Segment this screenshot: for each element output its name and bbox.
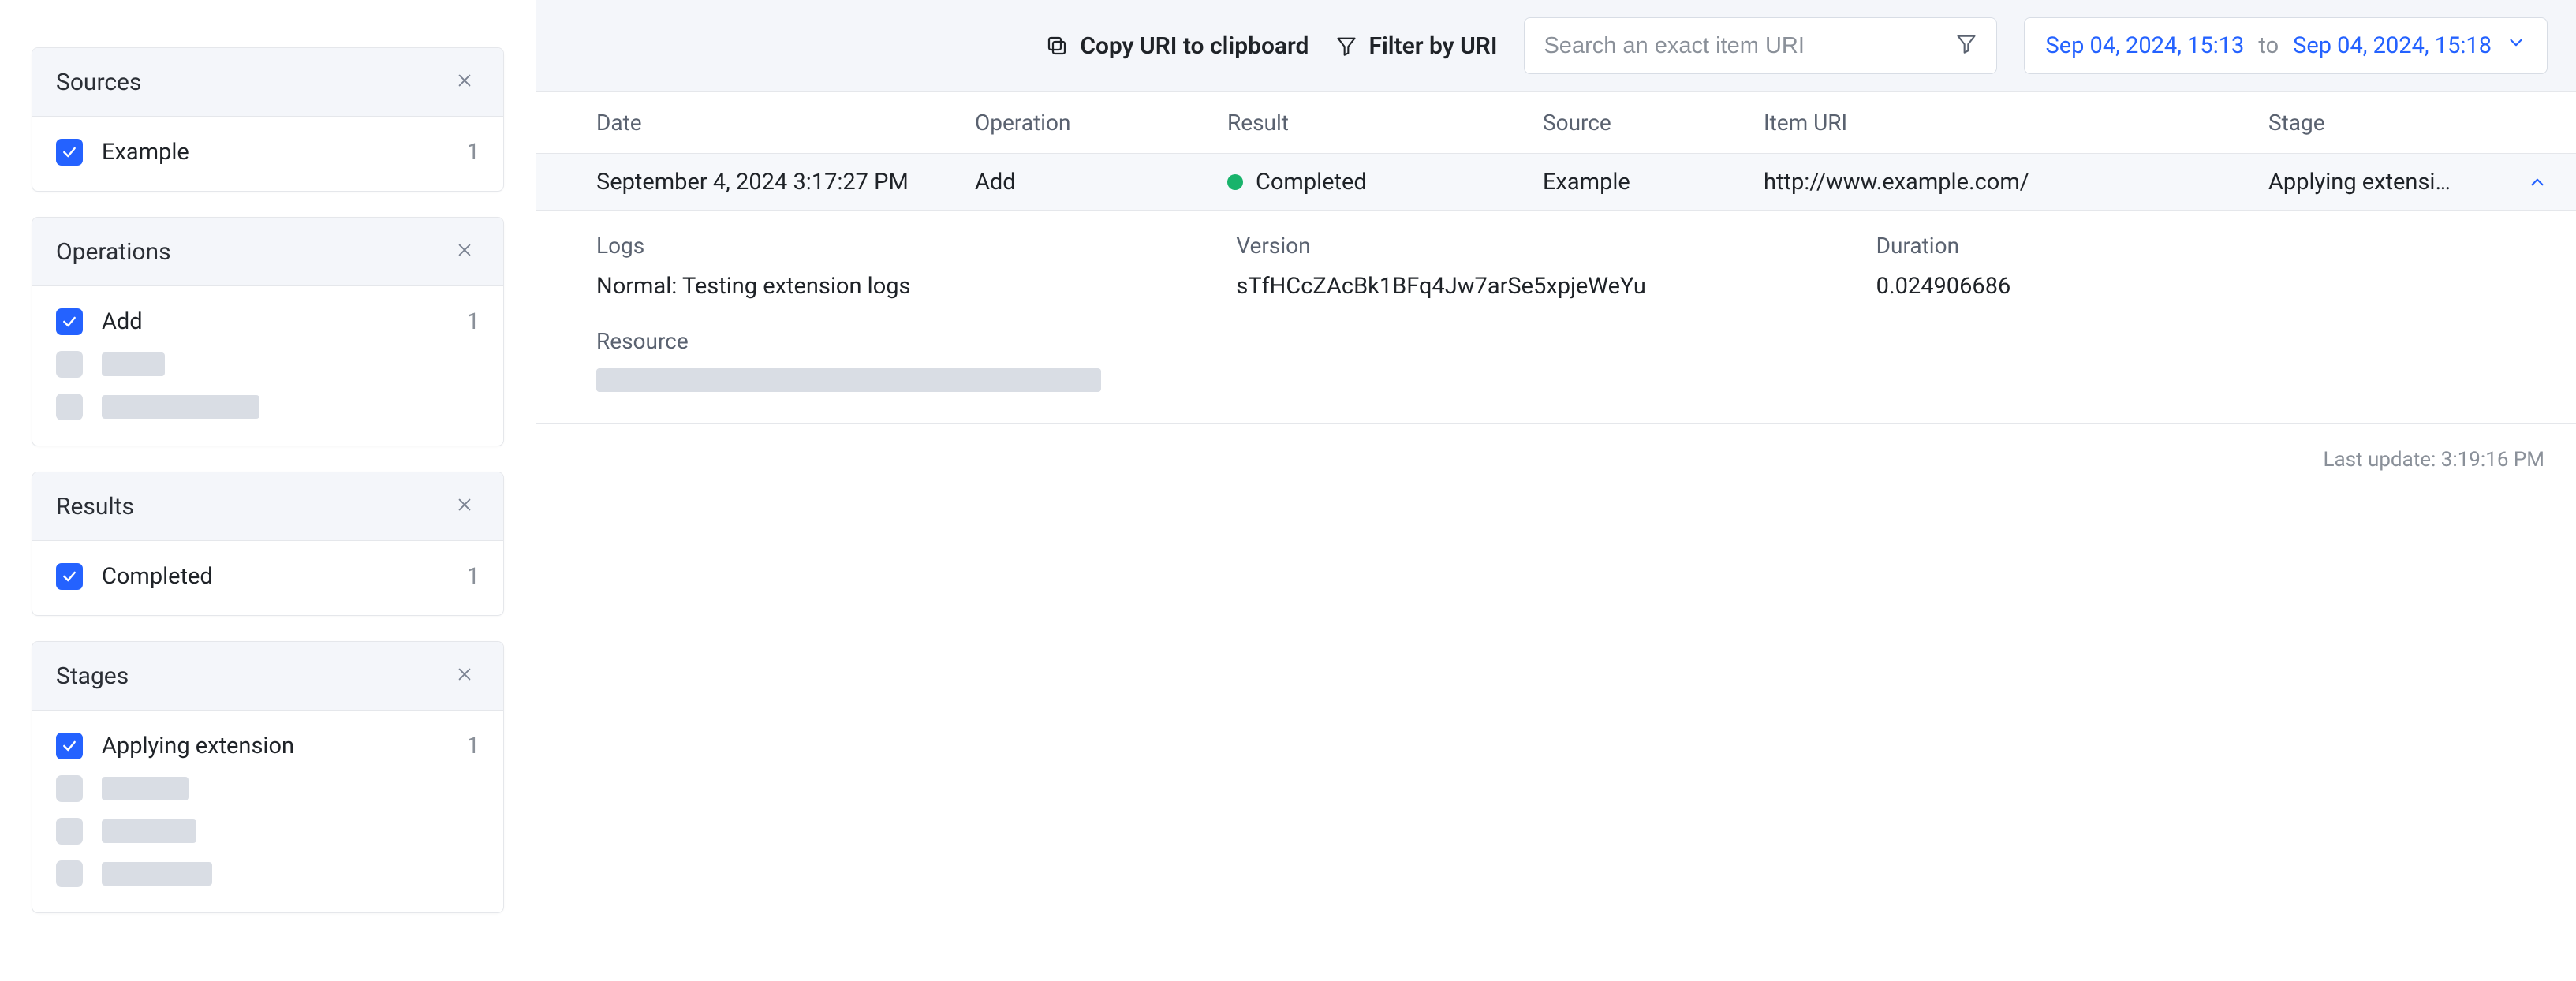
- close-icon[interactable]: [450, 67, 480, 97]
- skeleton-placeholder: [102, 395, 259, 419]
- skeleton-placeholder: [102, 819, 196, 843]
- close-icon[interactable]: [450, 491, 480, 521]
- checkbox-empty-icon: [56, 394, 83, 420]
- checkbox-checked-icon[interactable]: [56, 733, 83, 759]
- filter-body-results: Completed 1: [32, 541, 503, 615]
- filter-option-skeleton: [56, 767, 480, 810]
- log-table: Date Operation Result Source Item URI St…: [536, 92, 2576, 424]
- col-item-uri: Item URI: [1732, 110, 2237, 136]
- filter-option-applying-extension[interactable]: Applying extension 1: [56, 725, 480, 767]
- details-version-label: Version: [1236, 233, 1876, 259]
- skeleton-placeholder: [102, 352, 165, 376]
- filter-option-skeleton: [56, 852, 480, 895]
- row-details: Logs Version Duration Normal: Testing ex…: [536, 211, 2576, 424]
- details-logs-value: Normal: Testing extension logs: [596, 273, 1236, 300]
- filter-option-count: 1: [467, 563, 480, 590]
- date-range-picker[interactable]: Sep 04, 2024, 15:13 to Sep 04, 2024, 15:…: [2024, 17, 2548, 74]
- date-range-sep: to: [2258, 32, 2279, 59]
- filter-option-completed[interactable]: Completed 1: [56, 555, 480, 598]
- cell-source: Example: [1511, 169, 1732, 196]
- filter-title-operations: Operations: [56, 238, 171, 266]
- details-duration-value: 0.024906686: [1876, 273, 2516, 300]
- filter-header-operations: Operations: [32, 218, 503, 286]
- filter-body-sources: Example 1: [32, 117, 503, 191]
- copy-uri-button[interactable]: Copy URI to clipboard: [1045, 32, 1309, 60]
- chevron-down-icon: [2506, 32, 2526, 59]
- search-box[interactable]: [1524, 17, 1997, 74]
- col-operation: Operation: [943, 110, 1196, 136]
- filter-body-stages: Applying extension 1: [32, 711, 503, 912]
- checkbox-checked-icon[interactable]: [56, 308, 83, 335]
- filter-header-results: Results: [32, 472, 503, 541]
- main-content: Copy URI to clipboard Filter by URI Sep …: [536, 0, 2576, 981]
- filter-option-label: Add: [102, 308, 448, 335]
- cell-item-uri: http://www.example.com/: [1732, 169, 2237, 196]
- filter-icon[interactable]: [1955, 32, 1977, 60]
- checkbox-empty-icon: [56, 818, 83, 845]
- chevron-up-icon[interactable]: [2485, 172, 2548, 192]
- filter-option-label: Completed: [102, 563, 448, 590]
- filter-option-add[interactable]: Add 1: [56, 300, 480, 343]
- date-range-to: Sep 04, 2024, 15:18: [2293, 32, 2492, 59]
- filter-card-operations: Operations Add 1: [32, 217, 504, 446]
- filter-uri-label: Filter by URI: [1368, 32, 1497, 60]
- filter-option-label: Example: [102, 139, 448, 166]
- filter-option-count: 1: [467, 308, 480, 335]
- copy-icon: [1045, 34, 1069, 58]
- filter-icon: [1335, 35, 1357, 57]
- filter-option-skeleton: [56, 810, 480, 852]
- details-version-value: sTfHCcZAcBk1BFq4Jw7arSe5xpjeWeYu: [1236, 273, 1876, 300]
- checkbox-checked-icon[interactable]: [56, 563, 83, 590]
- search-input[interactable]: [1544, 33, 1955, 59]
- details-logs-label: Logs: [596, 233, 1236, 259]
- last-update: Last update: 3:19:16 PM: [536, 424, 2576, 472]
- checkbox-empty-icon: [56, 860, 83, 887]
- table-header: Date Operation Result Source Item URI St…: [536, 92, 2576, 154]
- skeleton-placeholder: [102, 777, 189, 800]
- col-result: Result: [1196, 110, 1511, 136]
- filter-header-stages: Stages: [32, 642, 503, 711]
- filter-card-stages: Stages Applying extension 1: [32, 641, 504, 913]
- toolbar: Copy URI to clipboard Filter by URI Sep …: [536, 0, 2576, 92]
- cell-operation: Add: [943, 169, 1196, 196]
- skeleton-placeholder: [596, 368, 1101, 392]
- last-update-value: 3:19:16 PM: [2441, 448, 2544, 472]
- filter-option-count: 1: [467, 733, 480, 759]
- cell-result-text: Completed: [1256, 169, 1367, 196]
- checkbox-checked-icon[interactable]: [56, 139, 83, 166]
- filter-option-count: 1: [467, 139, 480, 166]
- col-source: Source: [1511, 110, 1732, 136]
- table-row[interactable]: September 4, 2024 3:17:27 PM Add Complet…: [536, 154, 2576, 211]
- status-dot-icon: [1227, 174, 1243, 190]
- filter-uri-button[interactable]: Filter by URI: [1335, 32, 1497, 60]
- checkbox-empty-icon: [56, 775, 83, 802]
- filter-header-sources: Sources: [32, 48, 503, 117]
- filters-sidebar: Sources Example 1 Operations: [0, 0, 536, 981]
- filter-title-stages: Stages: [56, 662, 129, 690]
- filter-option-example[interactable]: Example 1: [56, 131, 480, 173]
- col-stage: Stage: [2237, 110, 2485, 136]
- close-icon[interactable]: [450, 661, 480, 691]
- filter-title-results: Results: [56, 493, 134, 520]
- skeleton-placeholder: [102, 862, 212, 886]
- col-date: Date: [565, 110, 943, 136]
- details-duration-label: Duration: [1876, 233, 2516, 259]
- date-range-from: Sep 04, 2024, 15:13: [2045, 32, 2244, 59]
- close-icon[interactable]: [450, 237, 480, 267]
- cell-date: September 4, 2024 3:17:27 PM: [565, 169, 943, 196]
- last-update-label: Last update:: [2323, 448, 2436, 472]
- checkbox-empty-icon: [56, 351, 83, 378]
- cell-stage: Applying extension: [2237, 169, 2485, 196]
- cell-result: Completed: [1196, 169, 1511, 196]
- copy-uri-label: Copy URI to clipboard: [1080, 32, 1309, 60]
- filter-title-sources: Sources: [56, 69, 141, 96]
- filter-option-skeleton: [56, 343, 480, 386]
- filter-card-results: Results Completed 1: [32, 472, 504, 616]
- filter-option-label: Applying extension: [102, 733, 448, 759]
- filter-body-operations: Add 1: [32, 286, 503, 446]
- filter-card-sources: Sources Example 1: [32, 47, 504, 192]
- details-resource-label: Resource: [596, 328, 2516, 354]
- filter-option-skeleton: [56, 386, 480, 428]
